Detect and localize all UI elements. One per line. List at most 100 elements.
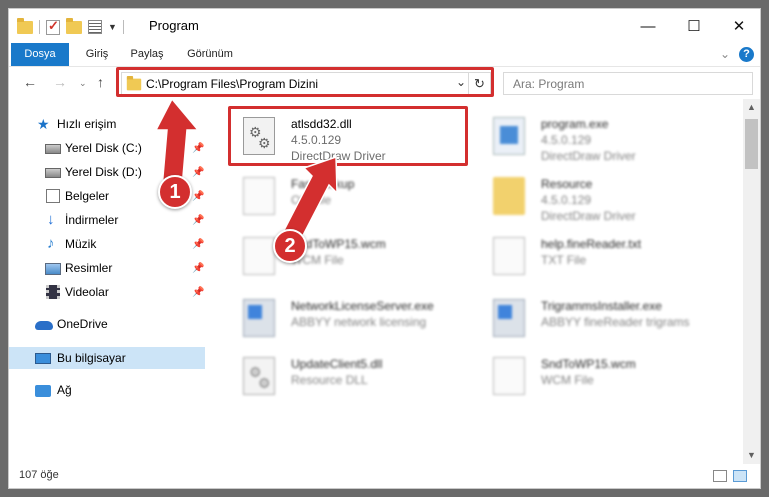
file-item-atlsdd32[interactable]: ⚙ ⚙ atlsdd32.dll 4.5.0.129 DirectDraw Dr… <box>233 109 483 165</box>
file-item[interactable]: SndToWP15.wcm WCM File <box>483 349 733 405</box>
address-dropdown-icon[interactable]: ⌄ <box>456 75 466 89</box>
file-name: program.exe <box>541 117 609 131</box>
pin-icon[interactable]: 📌 <box>192 191 204 202</box>
address-bar[interactable]: C:\Program Files\Program Dizini ⌄ ↻ <box>121 72 491 95</box>
tab-paylas[interactable]: Paylaş <box>123 43 171 66</box>
window-title: Program <box>149 18 199 33</box>
sidebar-item-label: Resimler <box>65 261 113 275</box>
file-description: DirectDraw Driver <box>541 149 636 163</box>
file-item[interactable]: TrigrammsInstaller.exe ABBYY fineReader … <box>483 291 733 347</box>
pin-icon[interactable]: 📌 <box>192 215 204 226</box>
step-badge-2: 2 <box>273 229 307 263</box>
music-icon: ♪ <box>47 235 55 252</box>
pin-icon[interactable]: 📌 <box>192 239 204 250</box>
file-list: ⚙ ⚙ atlsdd32.dll 4.5.0.129 DirectDraw Dr… <box>219 99 743 464</box>
file-item[interactable]: help.fineReader.txt TXT File <box>483 229 733 285</box>
sidebar-item-pictures[interactable]: Resimler 📌 <box>9 257 205 279</box>
file-description: Resource DLL <box>291 373 368 387</box>
pin-icon[interactable]: 📌 <box>192 287 204 298</box>
refresh-icon[interactable]: ↻ <box>468 73 490 94</box>
file-description: ABBYY network licensing <box>291 315 427 329</box>
help-icon[interactable]: ? <box>739 47 754 62</box>
tab-gorunum[interactable]: Görünüm <box>179 43 241 66</box>
new-folder-icon[interactable] <box>66 17 82 34</box>
file-version: 4.5.0.129 <box>541 133 592 147</box>
toolbar-separator <box>122 20 124 34</box>
gear-icon: ⚙ <box>258 375 271 391</box>
sidebar-item-downloads[interactable]: ↓ İndirmeler 📌 <box>9 209 205 231</box>
file-type: WCM File <box>541 373 594 387</box>
customize-dropdown-icon[interactable]: ▼ <box>108 22 117 32</box>
file-item[interactable]: NetworkLicenseServer.exe ABBYY network l… <box>233 291 483 347</box>
sidebar-item-label: Hızlı erişim <box>57 117 117 131</box>
document-file-icon <box>493 357 525 395</box>
minimize-button[interactable]: — <box>625 9 671 43</box>
tiles-view-icon[interactable] <box>733 470 747 482</box>
search-input[interactable]: Ara: Program <box>513 77 584 91</box>
sidebar-item-label: Videolar <box>65 285 109 299</box>
item-count: 107 öğe <box>19 469 59 481</box>
sidebar-item-label: Yerel Disk (D:) <box>65 165 142 179</box>
file-name: atlsdd32.dll <box>291 117 352 131</box>
view-properties-icon[interactable] <box>88 20 102 34</box>
sidebar-item-label: Yerel Disk (C:) <box>65 141 142 155</box>
expand-ribbon-icon[interactable]: ⌄ <box>720 47 730 61</box>
sidebar-item-this-pc[interactable]: Bu bilgisayar <box>9 347 205 369</box>
explorer-window: ▼ Program — ☐ ✕ Dosya Giriş Paylaş Görün… <box>8 8 761 489</box>
status-bar: 107 öğe <box>9 464 760 488</box>
gear-icon: ⚙ <box>258 135 271 151</box>
document-file-icon <box>243 237 275 275</box>
file-name: Resource <box>541 177 593 191</box>
close-button[interactable]: ✕ <box>716 9 760 43</box>
onedrive-icon <box>35 321 53 330</box>
file-name: UpdateClient5.dll <box>291 357 383 371</box>
sidebar-item-label: Müzik <box>65 237 97 251</box>
document-file-icon <box>243 177 275 215</box>
address-path[interactable]: C:\Program Files\Program Dizini <box>146 77 318 91</box>
scroll-up-icon[interactable]: ▲ <box>743 99 760 116</box>
up-arrow-icon[interactable]: ↑ <box>97 74 104 90</box>
network-icon <box>35 384 51 397</box>
pin-icon[interactable]: 📌 <box>192 143 204 154</box>
sidebar-item-music[interactable]: ♪ Müzik 📌 <box>9 233 205 255</box>
scroll-down-icon[interactable]: ▼ <box>743 447 760 464</box>
file-item[interactable]: program.exe 4.5.0.129 DirectDraw Driver <box>483 109 733 165</box>
file-name: FastBackup <box>291 177 355 191</box>
forward-arrow-icon[interactable]: → <box>53 74 67 90</box>
tab-dosya[interactable]: Dosya <box>11 43 69 66</box>
sidebar-item-videos[interactable]: Videolar 📌 <box>9 281 205 303</box>
application-file-icon <box>243 299 275 337</box>
star-icon: ★ <box>37 116 50 132</box>
pin-icon[interactable]: 📌 <box>192 263 204 274</box>
exe-file-icon <box>493 117 525 155</box>
pin-icon[interactable]: 📌 <box>192 167 204 178</box>
folder-icon <box>493 177 525 215</box>
sidebar-item-onedrive[interactable]: OneDrive <box>9 313 205 335</box>
quick-access-toolbar: ▼ <box>17 17 124 36</box>
sidebar-item-label: Ağ <box>57 383 72 397</box>
folder-icon[interactable] <box>17 17 33 34</box>
properties-check-icon[interactable] <box>46 18 60 35</box>
file-item[interactable]: Resource 4.5.0.129 DirectDraw Driver <box>483 169 733 225</box>
file-item[interactable]: ⚙ ⚙ UpdateClient5.dll Resource DLL <box>233 349 483 405</box>
file-item[interactable]: FastBackup OK File <box>233 169 483 225</box>
documents-icon <box>46 189 60 203</box>
disk-icon <box>45 144 61 154</box>
sidebar-item-quick-access[interactable]: ★ Hızlı erişim <box>9 113 205 135</box>
recent-locations-icon[interactable]: ⌄ <box>79 78 87 89</box>
file-name: SndToWP15.wcm <box>541 357 636 371</box>
tab-giris[interactable]: Giriş <box>75 43 119 66</box>
maximize-button[interactable]: ☐ <box>671 9 717 43</box>
downloads-icon: ↓ <box>47 211 55 228</box>
scrollbar-thumb[interactable] <box>745 119 758 169</box>
sidebar-item-label: Belgeler <box>65 189 110 203</box>
sidebar-item-disk-c[interactable]: Yerel Disk (C:) 📌 <box>9 137 205 159</box>
step-badge-1: 1 <box>158 175 192 209</box>
file-name: TrigrammsInstaller.exe <box>541 299 662 313</box>
sidebar-item-network[interactable]: Ağ <box>9 379 205 401</box>
details-view-icon[interactable] <box>713 470 727 482</box>
search-box[interactable]: Ara: Program <box>503 72 753 95</box>
vertical-scrollbar[interactable]: ▲ ▼ <box>743 99 760 464</box>
file-item[interactable]: SndToWP15.wcm WCM File <box>233 229 483 285</box>
back-arrow-icon[interactable]: ← <box>23 74 37 90</box>
